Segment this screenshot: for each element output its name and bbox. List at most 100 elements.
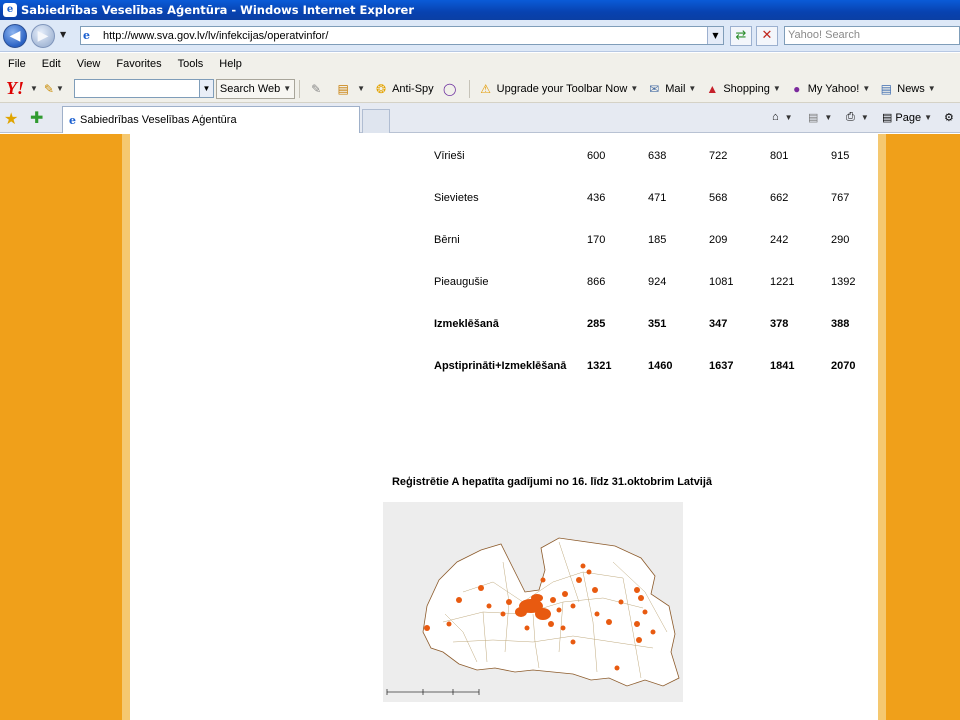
upgrade-toolbar-button[interactable]: ⚠ Upgrade your Toolbar Now ▼ [474,78,643,100]
print-button[interactable]: ⎙ ▼ [846,111,869,124]
shopping-button[interactable]: ▲ Shopping ▼ [700,78,784,100]
home-icon: ⌂ [772,111,779,123]
table-cell: 722 [709,150,728,162]
eraser-icon: ✎ [311,81,322,96]
pencil-icon[interactable]: ✎ [44,82,54,96]
refresh-button[interactable]: ⇄ [730,26,752,46]
yahoo-search-input[interactable] [73,79,200,98]
menu-file[interactable]: File [0,58,34,70]
menu-help[interactable]: Help [211,58,250,70]
my-yahoo-label: My Yahoo! [807,82,860,95]
highlight-button[interactable]: ▤ ▼ [331,78,369,100]
search-web-button[interactable]: Search Web ▼ [215,78,296,99]
menu-favorites[interactable]: Favorites [108,58,169,70]
country-outline [422,537,680,687]
map-image [386,537,680,695]
table-cell: 378 [770,318,789,330]
window-title: Sabiedrības Veselības Aģentūra - Windows… [21,3,414,17]
page-menu-button[interactable]: ▤ Page ▼ [882,111,932,125]
map-caption: Reģistrētie A hepatīta gadījumi no 16. l… [391,476,713,488]
latvia-map [383,502,683,702]
table-cell: 1460 [648,360,673,372]
yahoo-search-dropdown[interactable]: ▼ [199,79,214,98]
table-cell: 388 [831,318,850,330]
new-tab-button[interactable] [362,109,390,133]
recent-pages-dropdown[interactable]: ▼ [60,30,66,39]
table-cell: 285 [587,318,606,330]
table-cell: 866 [587,276,606,288]
table-cell: 915 [831,150,850,162]
tools-gear-button[interactable]: ⚙ [944,111,957,124]
favorites-star-icon[interactable]: ★ [4,109,18,128]
right-orange-border [886,134,960,720]
tab-title: Sabiedrības Veselības Aģentūra [80,114,237,126]
table-cell: 662 [770,192,789,204]
yahoo-logo-icon[interactable]: Y! [6,78,24,99]
table-row: Sievietes 436 471 568 662 767 [434,192,874,208]
menu-edit[interactable]: Edit [34,58,69,70]
address-dropdown-icon[interactable]: ▼ [707,27,723,44]
row-label: Vīrieši [434,150,465,162]
eraser-button[interactable]: ✎ [304,78,331,100]
tab-active[interactable]: e Sabiedrības Veselības Aģentūra [62,106,360,133]
address-toolbar: ◀ ▶ ▼ e http://www.sva.gov.lv/lv/infekci… [0,20,960,52]
stop-button[interactable]: ✕ [756,26,778,46]
pencil-dropdown[interactable]: ▼ [56,84,64,93]
news-button[interactable]: ▤ News ▼ [874,78,939,100]
table-cell: 2070 [831,360,856,372]
table-cell: 1321 [587,360,612,372]
table-cell: 290 [831,234,850,246]
window-title-bar: e Sabiedrības Veselības Aģentūra - Windo… [0,0,960,20]
shopping-bag-icon: ▲ [706,81,719,96]
table-cell: 638 [648,150,667,162]
search-web-label: Search Web [219,82,281,95]
menu-view[interactable]: View [69,58,109,70]
ie-logo-icon: e [3,3,17,17]
search-web-dropdown[interactable]: ▼ [283,80,291,98]
my-yahoo-button[interactable]: ● My Yahoo! ▼ [785,78,875,100]
add-favorite-icon[interactable]: ✚ [30,108,43,127]
upgrade-toolbar-label: Upgrade your Toolbar Now [496,82,628,95]
mail-icon: ✉ [649,81,660,96]
news-icon: ▤ [880,81,892,96]
menu-tools[interactable]: Tools [170,58,212,70]
search-input[interactable]: Yahoo! Search [784,26,960,45]
headset-button[interactable]: ◯ [438,78,465,100]
table-cell: 801 [770,150,789,162]
row-label: Pieaugušie [434,276,489,288]
warning-icon: ⚠ [480,81,492,96]
feeds-button[interactable]: ▤ ▼ [808,111,832,124]
page-menu-label: Page [895,111,922,124]
tab-bar: ★ ✚ e Sabiedrības Veselības Aģentūra ⌂ ▼ … [0,103,960,133]
row-label: Sievietes [434,192,479,204]
news-label: News [897,82,925,95]
table-cell: 1081 [709,276,734,288]
row-label: Bērni [434,234,460,246]
table-cell: 1221 [770,276,795,288]
yahoo-toolbar: Y! ▼ ✎ ▼ ▼ Search Web ▼ ✎ ▤ ▼ ❂ Anti-Spy … [0,75,960,103]
right-border-accent [878,134,886,720]
table-cell: 1841 [770,360,795,372]
yahoo-menu-dropdown[interactable]: ▼ [30,84,38,93]
anti-spy-label: Anti-Spy [392,82,434,95]
headset-icon: ◯ [442,81,457,96]
shopping-label: Shopping [723,82,770,95]
table-cell: 242 [770,234,789,246]
page-menu-icon: ▤ [882,112,893,124]
map-scale-bar [386,689,480,695]
table-row: Pieaugušie 866 924 1081 1221 1392 [434,276,874,292]
back-button[interactable]: ◀ [3,24,27,48]
table-cell: 185 [648,234,667,246]
anti-spy-button[interactable]: ❂ Anti-Spy [369,78,438,100]
table-row: Izmeklēšanā 285 351 347 378 388 [434,318,874,334]
table-cell: 1637 [709,360,734,372]
address-bar[interactable]: e http://www.sva.gov.lv/lv/infekcijas/op… [80,26,724,45]
home-button[interactable]: ⌂ ▼ [772,111,793,123]
table-cell: 600 [587,150,606,162]
mail-button[interactable]: ✉ Mail ▼ [642,78,700,100]
left-border-accent [122,134,130,720]
forward-button[interactable]: ▶ [31,24,55,48]
table-cell: 351 [648,318,667,330]
address-url[interactable]: http://www.sva.gov.lv/lv/infekcijas/oper… [103,30,328,42]
row-label: Apstiprināti+Izmeklēšanā [434,360,567,372]
